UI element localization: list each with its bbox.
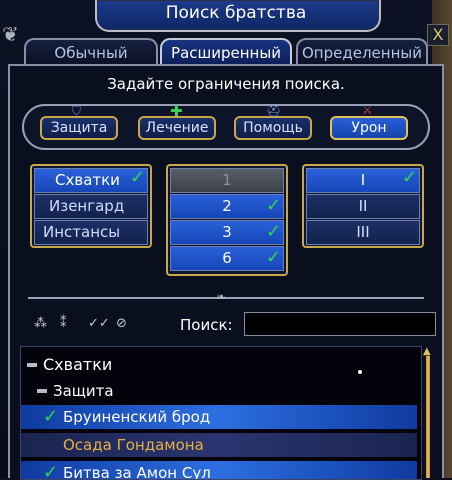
option-label: I xyxy=(360,171,366,189)
tree-label: Битва за Амон Сул xyxy=(63,464,211,480)
tree-item[interactable]: ✓ Битва за Амон Сул xyxy=(21,461,417,480)
tab-advanced[interactable]: Расширенный xyxy=(160,38,292,64)
section-divider: ❧ xyxy=(18,290,434,304)
close-button[interactable]: X xyxy=(427,24,449,46)
tree-item[interactable]: Осада Гондамона xyxy=(21,433,417,457)
shield-icon: ⛉ xyxy=(72,104,82,118)
role-button-support[interactable]: Помощь xyxy=(234,116,312,140)
cursor-dot xyxy=(358,370,362,374)
role-button-damage[interactable]: Урон xyxy=(330,116,408,140)
collapse-icon[interactable] xyxy=(37,389,47,393)
option-label: Инстансы xyxy=(43,223,121,241)
collapse-all-icon[interactable]: ⁑ xyxy=(60,316,67,331)
check-icon: ✓ xyxy=(266,221,282,242)
check-icon: ✓ xyxy=(130,167,146,188)
check-all-icon[interactable]: ✓✓ xyxy=(88,316,110,331)
option-label: Схватки xyxy=(55,171,120,189)
search-label: Поиск: xyxy=(180,316,233,334)
role-button-defense[interactable]: Защита xyxy=(40,116,118,140)
type-option-isengard[interactable]: Изенгард xyxy=(34,194,148,219)
helmet-icon: ⛑ xyxy=(266,104,282,118)
role-label: Урон xyxy=(351,120,387,136)
instruction-text: Задайте ограничения поиска. xyxy=(107,75,345,93)
option-label: III xyxy=(356,223,370,241)
option-label: 2 xyxy=(222,197,232,215)
tier-option-2[interactable]: II xyxy=(306,194,420,219)
tree-label: Схватки xyxy=(43,355,113,374)
option-label: 6 xyxy=(222,249,232,267)
tree-label: Бруиненский брод xyxy=(63,408,211,426)
expand-all-icon[interactable]: ⁂ xyxy=(34,316,47,331)
role-label: Защита xyxy=(50,120,108,136)
option-label: II xyxy=(358,197,368,215)
size-option-1[interactable]: 1 xyxy=(170,168,284,193)
tree-item[interactable]: ✓ Бруиненский брод xyxy=(21,405,417,429)
tier-option-3[interactable]: III xyxy=(306,220,420,245)
option-label: 3 xyxy=(222,223,232,241)
check-icon: ✓ xyxy=(43,406,59,427)
role-label: Лечение xyxy=(145,120,209,136)
collapse-icon[interactable] xyxy=(27,363,37,367)
plus-icon: ✚ xyxy=(170,102,183,120)
tree-scrollbar[interactable]: ▲ xyxy=(421,346,435,478)
tab-normal[interactable]: Обычный xyxy=(24,38,158,64)
window-title: Поиск братства xyxy=(165,3,307,23)
tab-specific[interactable]: Определенный xyxy=(296,38,428,64)
option-label: 1 xyxy=(222,171,232,189)
instance-tree: Схватки Защита ✓ Бруиненский брод Осада … xyxy=(20,346,422,480)
check-icon: ✓ xyxy=(402,167,418,188)
check-icon: ✓ xyxy=(266,195,282,216)
tree-label: Защита xyxy=(53,382,114,400)
tree-group-defense[interactable]: Защита xyxy=(21,379,417,403)
check-icon: ✓ xyxy=(43,462,59,480)
option-label: Изенгард xyxy=(49,197,125,215)
clear-all-icon[interactable]: ⊘ xyxy=(116,316,127,331)
crossed-swords-icon: ⚔ xyxy=(362,103,373,117)
divider-ornament-icon: ❧ xyxy=(216,290,227,304)
check-icon: ✓ xyxy=(266,247,282,268)
tree-label: Осада Гондамона xyxy=(63,436,204,454)
type-option-instances[interactable]: Инстансы xyxy=(34,220,148,245)
scroll-track[interactable] xyxy=(426,356,430,478)
search-input[interactable] xyxy=(244,312,436,336)
role-label: Помощь xyxy=(243,120,303,136)
